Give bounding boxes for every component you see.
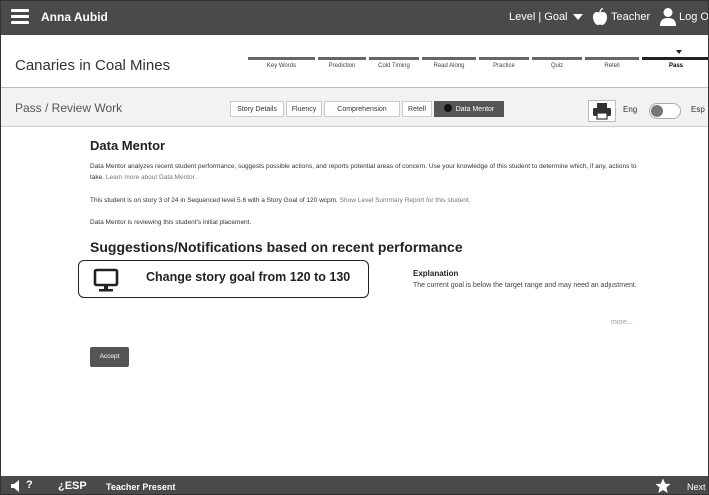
breadcrumb: Pass / Review Work	[15, 101, 123, 115]
chevron-down-icon	[572, 14, 583, 21]
tab-fluency[interactable]: Fluency	[286, 101, 322, 117]
bottom-bar: ? ¿ESP Teacher Present Next	[1, 476, 708, 494]
step-cold-timing[interactable]: Cold Timing	[369, 57, 419, 71]
reviewing-text: Data Mentor is reviewing this student's …	[90, 219, 252, 226]
level-goal-label: Level | Goal	[509, 11, 568, 23]
suggestions-heading: Suggestions/Notifications based on recen…	[90, 239, 463, 255]
step-pass[interactable]: Pass	[642, 57, 708, 71]
logout-link[interactable]: Log Out	[679, 11, 708, 23]
lang-eng-label: Eng	[623, 105, 638, 114]
story-info-text: This student is on story 3 of 24 in Sequ…	[90, 197, 338, 204]
toggle-knob	[651, 105, 663, 117]
next-button[interactable]: Next	[687, 482, 706, 492]
step-retell[interactable]: Retell	[585, 57, 639, 71]
star-icon[interactable]	[655, 478, 671, 494]
lang-esp-label: Esp	[691, 105, 705, 114]
tab-retell[interactable]: Retell	[402, 101, 432, 117]
explanation-title: Explanation	[413, 269, 459, 278]
esp-button[interactable]: ¿ESP	[58, 480, 87, 492]
active-dot-icon	[443, 104, 452, 112]
app-frame: Anna Aubid Level | Goal Teacher Log Out …	[0, 0, 709, 495]
story-info-paragraph: This student is on story 3 of 24 in Sequ…	[90, 195, 650, 206]
step-key-words[interactable]: Key Words	[248, 57, 315, 71]
tab-data-mentor-label: Data Mentor	[455, 106, 495, 113]
printer-icon	[593, 103, 611, 120]
menu-icon[interactable]	[11, 9, 29, 25]
teacher-label[interactable]: Teacher	[611, 11, 650, 23]
top-bar: Anna Aubid Level | Goal Teacher Log Out	[1, 1, 708, 35]
accept-button[interactable]: Accept	[90, 347, 129, 367]
person-icon[interactable]	[659, 7, 677, 27]
user-name: Anna Aubid	[41, 10, 108, 24]
step-prediction[interactable]: Prediction	[318, 57, 366, 71]
level-summary-link[interactable]: Show Level Summary Report for this stude…	[340, 197, 471, 204]
tab-comprehension[interactable]: Comprehension	[324, 101, 400, 117]
tab-data-mentor[interactable]: Data Mentor	[434, 101, 504, 117]
story-title: Canaries in Coal Mines	[15, 57, 171, 74]
step-read-along[interactable]: Read Along	[422, 57, 476, 71]
suggestion-card[interactable]: Change story goal from 120 to 130	[78, 260, 369, 298]
section-title: Data Mentor	[90, 138, 166, 153]
suggestion-text: Change story goal from 120 to 130	[146, 270, 351, 284]
language-toggle[interactable]	[649, 103, 681, 119]
apple-icon[interactable]	[592, 8, 608, 26]
active-step-marker	[676, 50, 682, 54]
help-question-mark[interactable]: ?	[26, 479, 33, 491]
print-button[interactable]	[588, 100, 616, 122]
teacher-present-label: Teacher Present	[106, 482, 176, 492]
pass-review-bar: Pass / Review Work Story Details Fluency…	[1, 88, 708, 127]
speaker-icon[interactable]	[10, 479, 26, 493]
explanation-text: The current goal is below the target ran…	[413, 282, 637, 289]
more-link[interactable]: more...	[611, 319, 633, 326]
story-header: Canaries in Coal Mines Key Words Predict…	[1, 35, 708, 88]
learn-more-link[interactable]: Learn more about Data Mentor.	[106, 174, 196, 181]
step-practice[interactable]: Practice	[479, 57, 529, 71]
intro-paragraph: Data Mentor analyzes recent student perf…	[90, 161, 650, 183]
step-quiz[interactable]: Quiz	[532, 57, 582, 71]
monitor-icon	[93, 268, 119, 292]
tab-story-details[interactable]: Story Details	[230, 101, 284, 117]
level-goal-menu[interactable]: Level | Goal	[509, 11, 583, 23]
